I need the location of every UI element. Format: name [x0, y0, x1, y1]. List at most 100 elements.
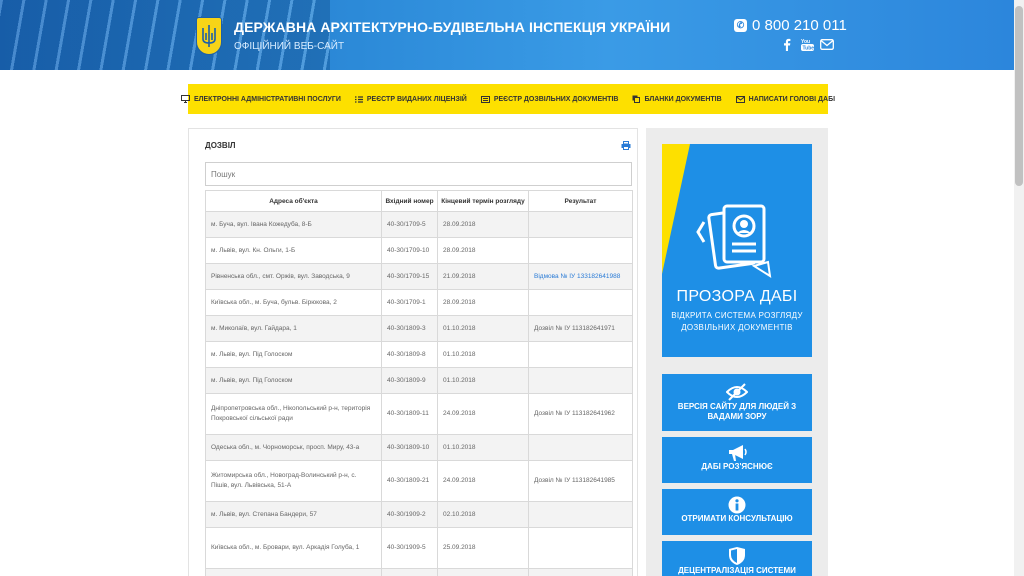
- cell-result: [528, 211, 633, 238]
- cell-incoming-number: 40-30/1809-11: [381, 393, 438, 435]
- decentralization-button[interactable]: ДЕЦЕНТРАЛІЗАЦІЯ СИСТЕМИ: [662, 541, 812, 576]
- coat-of-arms-logo[interactable]: [196, 17, 222, 55]
- cell-incoming-number: 40-30/1809-8: [381, 341, 438, 368]
- button-label: ОТРИМАТИ КОНСУЛЬТАЦІЮ: [681, 514, 793, 523]
- search-input[interactable]: [205, 162, 632, 186]
- cell-deadline: 28.09.2018: [437, 237, 529, 264]
- cell-deadline: 02.10.2018: [437, 568, 529, 576]
- table-row: м. Львів, вул. Кн. Ольги, 1-Б 40-30/1709-…: [205, 237, 633, 264]
- cell-address: м. Львів, вул. Степана Бандери, 57: [205, 501, 382, 528]
- cell-incoming-number: 40-30/1709-10: [381, 237, 438, 264]
- permits-table: Адреса об'єкта Вхідний номер Кінцевий те…: [205, 190, 633, 576]
- hotline-phone[interactable]: ✆ 0 800 210 011: [734, 17, 847, 34]
- list-icon: [354, 95, 363, 103]
- page-scrollbar[interactable]: [1014, 0, 1024, 576]
- cell-deadline: 25.09.2018: [437, 527, 529, 569]
- column-header-result[interactable]: Результат: [528, 190, 633, 212]
- page-title: ДОЗВІЛ: [205, 141, 236, 150]
- megaphone-icon: [729, 445, 747, 461]
- site-subtitle: ОФІЦІЙНИЙ ВЕБ-САЙТ: [234, 41, 345, 52]
- nav-item-label: НАПИСАТИ ГОЛОВІ ДАБІ: [748, 95, 836, 103]
- cell-result[interactable]: Відмова № ІУ 133182641988: [528, 263, 633, 290]
- monitor-icon: [180, 95, 190, 103]
- table-row: Київська обл., м. Буча, бульв. Бірюкова,…: [205, 289, 633, 316]
- svg-text:Tube: Tube: [802, 45, 814, 51]
- cell-result: [528, 501, 633, 528]
- print-icon[interactable]: [621, 141, 631, 150]
- cell-address: Київська обл., м. Бровари, вул. Аркадія …: [205, 527, 382, 569]
- facebook-icon[interactable]: [780, 37, 794, 51]
- cell-incoming-number: 40-30/1909-2: [381, 501, 438, 528]
- nav-item-document-forms[interactable]: БЛАНКИ ДОКУМЕНТІВ: [632, 95, 722, 103]
- header-building-image: [0, 0, 330, 70]
- cell-address: м. Миколаїв, вул. Гайдара, 1: [205, 315, 382, 342]
- cell-deadline: 24.09.2018: [437, 460, 529, 502]
- cell-address: Київська обл., м. Буча, бульв. Бірюкова,…: [205, 289, 382, 316]
- low-vision-version-button[interactable]: ВЕРСІЯ САЙТУ ДЛЯ ЛЮДЕЙ З ВАДАМИ ЗОРУ: [662, 374, 812, 431]
- register-icon: [480, 95, 490, 103]
- cell-deadline: 28.09.2018: [437, 211, 529, 238]
- shield-icon: [729, 547, 745, 565]
- nav-item-write-to-head[interactable]: НАПИСАТИ ГОЛОВІ ДАБІ: [735, 95, 836, 103]
- copy-icon: [632, 95, 641, 103]
- cell-address: м. Львів, вул. Кн. Ольги, 1-Б: [205, 237, 382, 264]
- cell-address: м. Львів, вул. Пасічна, 133: [205, 568, 382, 576]
- button-label: ДЕЦЕНТРАЛІЗАЦІЯ СИСТЕМИ: [678, 566, 796, 575]
- cell-result: Дозвіл № ІУ 113182641985: [528, 460, 633, 502]
- cell-result: [528, 568, 633, 576]
- phone-number: 0 800 210 011: [752, 17, 847, 34]
- button-label: ДАБІ РОЗ'ЯСНЮЄ: [701, 462, 773, 471]
- cell-deadline: 24.09.2018: [437, 393, 529, 435]
- cell-incoming-number: 40-30/1809-3: [381, 315, 438, 342]
- main-navigation: ЕЛЕКТРОННІ АДМІНІСТРАТИВНІ ПОСЛУГИ РЕЄСТ…: [180, 84, 835, 114]
- table-row: м. Буча, вул. Івана Кожедуба, 8-Б 40-30/1…: [205, 211, 633, 238]
- nav-item-electronic-services[interactable]: ЕЛЕКТРОННІ АДМІНІСТРАТИВНІ ПОСЛУГИ: [180, 95, 341, 103]
- cell-incoming-number: 40-30/1709-1: [381, 289, 438, 316]
- cell-deadline: 01.10.2018: [437, 434, 529, 461]
- cell-result: Дозвіл № ІУ 113182641962: [528, 393, 633, 435]
- social-links: You Tube: [780, 37, 834, 51]
- cell-address: м. Буча, вул. Івана Кожедуба, 8-Б: [205, 211, 382, 238]
- youtube-icon[interactable]: You Tube: [800, 37, 814, 51]
- get-consultation-button[interactable]: ОТРИМАТИ КОНСУЛЬТАЦІЮ: [662, 489, 812, 535]
- site-title[interactable]: ДЕРЖАВНА АРХІТЕКТУРНО-БУДІВЕЛЬНА ІНСПЕКЦ…: [234, 19, 670, 35]
- cell-deadline: 01.10.2018: [437, 341, 529, 368]
- scrollbar-thumb[interactable]: [1015, 6, 1023, 186]
- trident-icon: [202, 25, 216, 47]
- cell-address: Одеська обл., м. Чорноморськ, просп. Мир…: [205, 434, 382, 461]
- site-header: ДЕРЖАВНА АРХІТЕКТУРНО-БУДІВЕЛЬНА ІНСПЕКЦ…: [0, 0, 1014, 70]
- column-header-incoming-number[interactable]: Вхідний номер: [381, 190, 438, 212]
- phone-icon: ✆: [734, 19, 747, 32]
- column-header-deadline[interactable]: Кінцевий термін розгляду: [437, 190, 529, 212]
- cell-result: [528, 434, 633, 461]
- table-row: Рівненська обл., смт. Оржів, вул. Заводс…: [205, 263, 633, 290]
- banner-subtitle: ВІДКРИТА СИСТЕМА РОЗГЛЯДУ ДОЗВІЛЬНИХ ДОК…: [671, 311, 803, 332]
- nav-item-license-registry[interactable]: РЕЄСТР ВИДАНИХ ЛІЦЕНЗІЙ: [354, 95, 467, 103]
- cell-result: [528, 289, 633, 316]
- permits-panel: ДОЗВІЛ Адреса об'єкта Вхідний номер Кінц…: [188, 128, 638, 576]
- nav-item-label: РЕЄСТР ДОЗВІЛЬНИХ ДОКУМЕНТІВ: [493, 95, 619, 103]
- cell-incoming-number: 40-30/1809-21: [381, 460, 438, 502]
- cell-result: [528, 367, 633, 394]
- cell-address: Рівненська обл., смт. Оржів, вул. Заводс…: [205, 263, 382, 290]
- table-row: м. Львів, вул. Під Голоском 40-30/1809-8 0…: [205, 341, 633, 368]
- column-header-address[interactable]: Адреса об'єкта: [205, 190, 382, 212]
- mail-icon[interactable]: [820, 37, 834, 51]
- button-label: ВЕРСІЯ САЙТУ ДЛЯ ЛЮДЕЙ З ВАДАМИ ЗОРУ: [677, 402, 797, 422]
- table-row: м. Львів, вул. Під Голоском 40-30/1809-9 0…: [205, 367, 633, 394]
- cell-incoming-number: 40-30/1709-15: [381, 263, 438, 290]
- cell-address: Дніпропетровська обл., Нікопольський р-н…: [205, 393, 382, 435]
- dabi-explains-button[interactable]: ДАБІ РОЗ'ЯСНЮЄ: [662, 437, 812, 483]
- info-icon: [728, 496, 746, 514]
- nav-item-permits-registry[interactable]: РЕЄСТР ДОЗВІЛЬНИХ ДОКУМЕНТІВ: [480, 95, 619, 103]
- cell-address: м. Львів, вул. Під Голоском: [205, 341, 382, 368]
- cell-deadline: 21.09.2018: [437, 263, 529, 290]
- table-row: м. Львів, вул. Пасічна, 13340-30/1909-70…: [205, 568, 633, 576]
- table-header-row: Адреса об'єкта Вхідний номер Кінцевий те…: [205, 190, 633, 212]
- cell-deadline: 02.10.2018: [437, 501, 529, 528]
- table-row: Житомирська обл., Новоград-Волинський р-…: [205, 460, 633, 502]
- table-row: м. Миколаїв, вул. Гайдара, 1 40-30/1809-3…: [205, 315, 633, 342]
- cell-deadline: 01.10.2018: [437, 367, 529, 394]
- transparent-dabi-banner[interactable]: ПРОЗОРА ДАБІ ВІДКРИТА СИСТЕМА РОЗГЛЯДУ Д…: [662, 144, 812, 357]
- low-vision-icon: [726, 383, 748, 401]
